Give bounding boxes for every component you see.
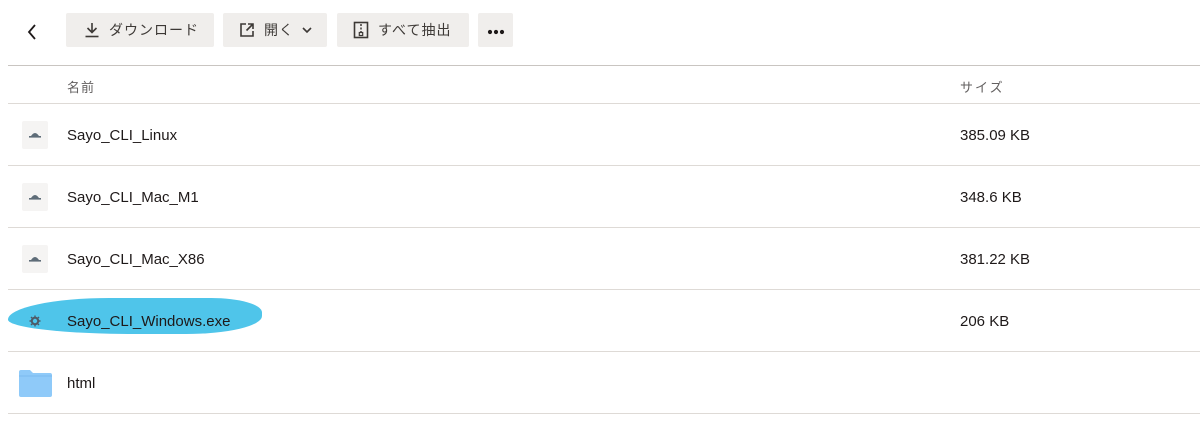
file-size: 381.22 KB bbox=[960, 251, 1031, 268]
chevron-left-icon bbox=[27, 24, 36, 40]
download-button[interactable]: ダウンロード bbox=[66, 13, 214, 47]
table-row[interactable]: Sayo_CLI_Mac_M1 348.6 KB bbox=[8, 166, 1200, 228]
download-icon bbox=[84, 22, 100, 38]
table-row[interactable]: html bbox=[8, 352, 1200, 414]
toolbar: ダウンロード 開く すべて抽出 bbox=[0, 0, 1200, 64]
zip-icon bbox=[353, 21, 369, 39]
extract-label: すべて抽出 bbox=[378, 22, 452, 38]
chevron-down-icon bbox=[302, 26, 312, 34]
file-name: Sayo_CLI_Mac_M1 bbox=[67, 189, 199, 206]
file-name: Sayo_CLI_Windows.exe bbox=[67, 313, 231, 330]
file-name: Sayo_CLI_Linux bbox=[67, 127, 178, 144]
file-list: Sayo_CLI_Linux 385.09 KB Sayo_CLI_Mac_M1… bbox=[8, 104, 1200, 414]
table-row[interactable]: Sayo_CLI_Mac_X86 381.22 KB bbox=[8, 228, 1200, 290]
column-header-size[interactable]: サイズ bbox=[960, 77, 1005, 96]
file-name: html bbox=[67, 375, 96, 392]
binary-file-icon bbox=[22, 183, 48, 211]
gear-file-icon bbox=[22, 307, 48, 335]
file-size: 348.6 KB bbox=[960, 189, 1022, 206]
file-size: 206 KB bbox=[960, 313, 1010, 330]
binary-file-icon bbox=[22, 245, 48, 273]
extract-all-button[interactable]: すべて抽出 bbox=[337, 13, 469, 47]
table-row[interactable]: Sayo_CLI_Linux 385.09 KB bbox=[8, 104, 1200, 166]
open-label: 開く bbox=[264, 22, 294, 38]
table-row[interactable]: Sayo_CLI_Windows.exe 206 KB bbox=[8, 290, 1200, 352]
folder-icon bbox=[18, 368, 53, 398]
open-external-icon bbox=[239, 22, 255, 38]
column-header-name[interactable]: 名前 bbox=[67, 77, 95, 96]
file-name: Sayo_CLI_Mac_X86 bbox=[67, 251, 205, 268]
more-options-button[interactable] bbox=[478, 13, 513, 47]
table-header: 名前 サイズ bbox=[8, 65, 1200, 104]
file-size: 385.09 KB bbox=[960, 127, 1031, 144]
download-label: ダウンロード bbox=[109, 22, 199, 38]
open-button[interactable]: 開く bbox=[223, 13, 327, 47]
binary-file-icon bbox=[22, 121, 48, 149]
more-horizontal-icon bbox=[487, 22, 505, 38]
back-button[interactable] bbox=[18, 18, 46, 46]
